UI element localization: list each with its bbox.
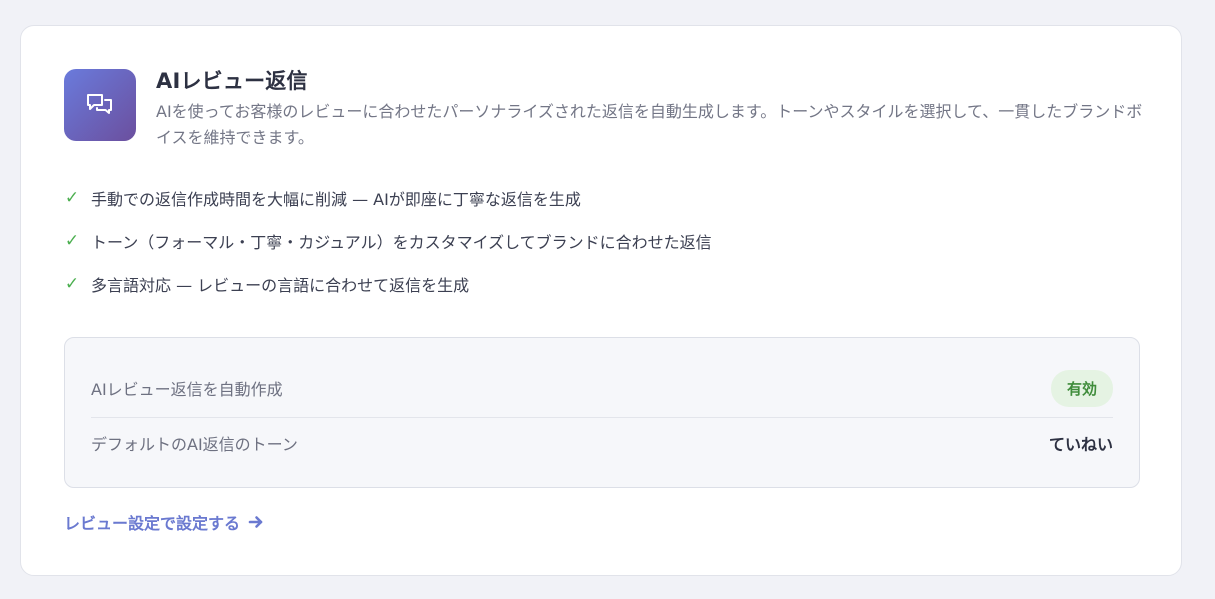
benefit-text: トーン（フォーマル・丁寧・カジュアル）をカスタマイズしてブランドに合わせた返信	[91, 233, 712, 252]
divider	[91, 417, 1113, 418]
default-tone-value: ていねい	[1048, 435, 1113, 454]
review-settings-link-label: レビュー設定で設定する	[64, 514, 241, 533]
benefit-item: ✓ 多言語対応 — レビューの言語に合わせて返信を生成	[64, 269, 712, 299]
feature-title: AIレビュー返信	[156, 69, 308, 93]
benefit-text: 手動での返信作成時間を大幅に削減 — AIが即座に丁寧な返信を生成	[91, 190, 581, 209]
review-settings-link[interactable]: レビュー設定で設定する	[64, 510, 264, 534]
check-icon: ✓	[64, 231, 80, 251]
auto-reply-setting-row: AIレビュー返信を自動作成 有効	[91, 369, 1113, 407]
settings-summary-panel: AIレビュー返信を自動作成 有効 デフォルトのAI返信のトーン ていねい	[64, 337, 1140, 488]
check-icon: ✓	[64, 188, 80, 208]
feature-description: AIを使ってお客様のレビューに合わせたパーソナライズされた返信を自動生成します。…	[156, 102, 1143, 147]
ai-review-reply-card: AIレビュー返信 AIを使ってお客様のレビューに合わせたパーソナライズされた返信…	[20, 25, 1182, 576]
status-badge: 有効	[1050, 369, 1113, 407]
default-tone-label: デフォルトのAI返信のトーン	[91, 435, 298, 454]
benefit-list: ✓ 手動での返信作成時間を大幅に削減 — AIが即座に丁寧な返信を生成 ✓ トー…	[64, 183, 712, 312]
benefit-text: 多言語対応 — レビューの言語に合わせて返信を生成	[91, 276, 470, 295]
default-tone-setting-row: デフォルトのAI返信のトーン ていねい	[91, 424, 1113, 462]
benefit-item: ✓ 手動での返信作成時間を大幅に削減 — AIが即座に丁寧な返信を生成	[64, 183, 712, 213]
chat-bubbles-icon	[64, 69, 136, 141]
benefit-item: ✓ トーン（フォーマル・丁寧・カジュアル）をカスタマイズしてブランドに合わせた返…	[64, 226, 712, 256]
check-icon: ✓	[64, 274, 80, 294]
auto-reply-label: AIレビュー返信を自動作成	[91, 380, 283, 399]
arrow-right-icon	[248, 515, 264, 529]
